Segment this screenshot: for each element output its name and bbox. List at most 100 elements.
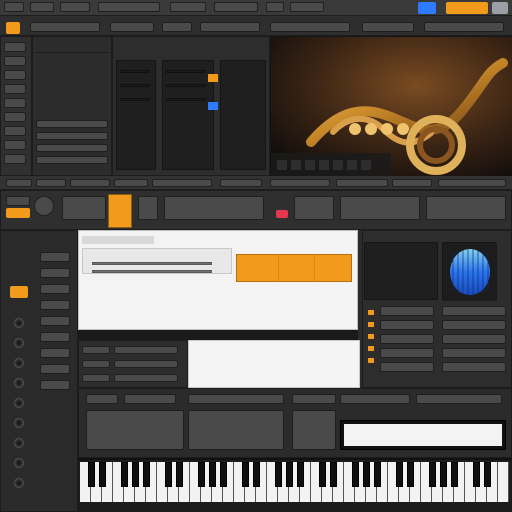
lower-button[interactable] bbox=[340, 394, 410, 404]
mixer-focus[interactable] bbox=[10, 286, 28, 298]
menu-button[interactable] bbox=[4, 2, 24, 12]
param-selected[interactable] bbox=[208, 102, 218, 110]
mixer-knob[interactable] bbox=[14, 458, 24, 468]
editor-pad[interactable] bbox=[200, 304, 252, 318]
black-key[interactable] bbox=[165, 462, 172, 487]
device-alert[interactable] bbox=[276, 210, 288, 218]
mixer-knob[interactable] bbox=[14, 338, 24, 348]
mixer-control[interactable] bbox=[114, 360, 178, 368]
black-key[interactable] bbox=[88, 462, 95, 487]
black-key[interactable] bbox=[121, 462, 128, 487]
editor-pad[interactable] bbox=[98, 304, 122, 318]
device-slot-active[interactable] bbox=[6, 208, 30, 218]
mixer-row[interactable] bbox=[40, 364, 70, 374]
mixer-control[interactable] bbox=[114, 374, 178, 382]
rail-item-8[interactable] bbox=[4, 140, 26, 150]
mid-button[interactable] bbox=[392, 179, 432, 187]
black-key[interactable] bbox=[253, 462, 260, 487]
black-key[interactable] bbox=[319, 462, 326, 487]
mixer-knob[interactable] bbox=[14, 398, 24, 408]
instrument-slot[interactable] bbox=[270, 22, 350, 32]
lower-module[interactable] bbox=[188, 410, 284, 450]
right-mixer-row[interactable] bbox=[380, 334, 434, 344]
rail-item-3[interactable] bbox=[4, 70, 26, 80]
lower-button[interactable] bbox=[292, 394, 336, 404]
black-key[interactable] bbox=[440, 462, 447, 487]
editor-pad[interactable] bbox=[330, 304, 354, 318]
black-key[interactable] bbox=[484, 462, 491, 487]
instrument-preset[interactable] bbox=[362, 22, 414, 32]
gray-badge[interactable] bbox=[492, 2, 508, 14]
mixer-row[interactable] bbox=[40, 268, 70, 278]
browser-row[interactable] bbox=[36, 132, 108, 140]
editor-pad[interactable] bbox=[126, 304, 144, 318]
browser-row[interactable] bbox=[36, 120, 108, 128]
play-button[interactable] bbox=[266, 2, 284, 12]
black-key[interactable] bbox=[99, 462, 106, 487]
edit-button[interactable] bbox=[60, 2, 90, 12]
file-button[interactable] bbox=[30, 2, 54, 12]
piano-keys[interactable] bbox=[80, 462, 510, 510]
black-key[interactable] bbox=[143, 462, 150, 487]
mixer-knob[interactable] bbox=[14, 418, 24, 428]
mixer-control[interactable] bbox=[82, 360, 110, 368]
black-key[interactable] bbox=[374, 462, 381, 487]
right-mixer-row[interactable] bbox=[442, 306, 506, 316]
lower-button[interactable] bbox=[124, 394, 176, 404]
black-key[interactable] bbox=[407, 462, 414, 487]
param-slider[interactable] bbox=[166, 98, 206, 101]
mixer-knob[interactable] bbox=[14, 438, 24, 448]
mixer-row[interactable] bbox=[40, 316, 70, 326]
device-module[interactable] bbox=[164, 196, 264, 220]
project-name-field[interactable] bbox=[98, 2, 160, 12]
mid-button[interactable] bbox=[336, 179, 388, 187]
param-highlight[interactable] bbox=[208, 74, 218, 82]
orange-badge[interactable] bbox=[446, 2, 488, 14]
white-key[interactable] bbox=[498, 462, 509, 502]
mixer-row[interactable] bbox=[40, 300, 70, 310]
right-mixer-row[interactable] bbox=[380, 306, 434, 316]
mixer-knob[interactable] bbox=[14, 378, 24, 388]
rail-item-6[interactable] bbox=[4, 112, 26, 122]
black-key[interactable] bbox=[209, 462, 216, 487]
instrument-options[interactable] bbox=[424, 22, 504, 32]
device-slot[interactable] bbox=[6, 196, 30, 206]
black-key[interactable] bbox=[330, 462, 337, 487]
editor-pad[interactable] bbox=[306, 304, 326, 318]
lower-button[interactable] bbox=[416, 394, 502, 404]
browser-search[interactable] bbox=[30, 22, 100, 32]
param-slider[interactable] bbox=[120, 84, 150, 87]
mid-button[interactable] bbox=[220, 179, 262, 187]
device-knob[interactable] bbox=[34, 196, 54, 216]
mixer-knob[interactable] bbox=[14, 358, 24, 368]
browser-sort[interactable] bbox=[200, 22, 260, 32]
lower-button[interactable] bbox=[188, 394, 284, 404]
transport-button[interactable] bbox=[170, 2, 206, 12]
black-key[interactable] bbox=[242, 462, 249, 487]
device-module[interactable] bbox=[138, 196, 158, 220]
mixer-knob[interactable] bbox=[14, 318, 24, 328]
param-slider[interactable] bbox=[120, 70, 150, 73]
editor-pad[interactable] bbox=[262, 304, 302, 318]
browser-view[interactable] bbox=[162, 22, 192, 32]
browser-filter[interactable] bbox=[110, 22, 154, 32]
record-arm-icon[interactable] bbox=[6, 22, 20, 34]
mixer-control[interactable] bbox=[114, 346, 178, 354]
editor-slider[interactable] bbox=[92, 262, 212, 265]
device-module[interactable] bbox=[426, 196, 506, 220]
black-key[interactable] bbox=[451, 462, 458, 487]
black-key[interactable] bbox=[363, 462, 370, 487]
rail-item-7[interactable] bbox=[4, 126, 26, 136]
param-slider[interactable] bbox=[166, 84, 206, 87]
lower-module[interactable] bbox=[86, 410, 184, 450]
black-key[interactable] bbox=[286, 462, 293, 487]
black-key[interactable] bbox=[176, 462, 183, 487]
rail-item-1[interactable] bbox=[4, 42, 26, 52]
lower-button[interactable] bbox=[86, 394, 118, 404]
mixer-row[interactable] bbox=[40, 284, 70, 294]
black-key[interactable] bbox=[275, 462, 282, 487]
right-mixer-row[interactable] bbox=[380, 362, 434, 372]
right-mixer-row[interactable] bbox=[380, 320, 434, 330]
lower-module[interactable] bbox=[292, 410, 336, 450]
mixer-row[interactable] bbox=[40, 348, 70, 358]
